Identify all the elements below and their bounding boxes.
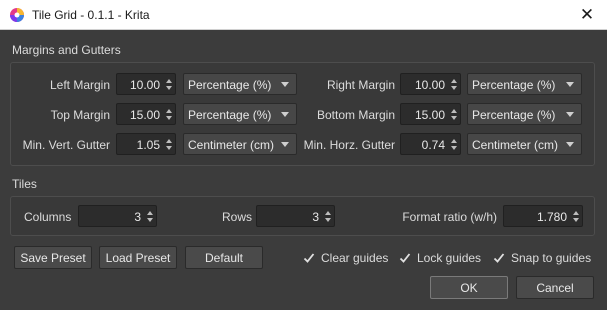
columns-spinbox[interactable]: 3 bbox=[78, 205, 157, 227]
lock-guides-checkbox[interactable]: Lock guides bbox=[398, 249, 481, 267]
left-margin-value: 10.00 bbox=[129, 78, 160, 92]
ok-button[interactable]: OK bbox=[430, 276, 508, 299]
spin-arrows-icon[interactable] bbox=[162, 104, 175, 124]
default-label: Default bbox=[204, 250, 244, 265]
lock-guides-label: Lock guides bbox=[417, 251, 482, 265]
right-margin-unit-select[interactable]: Percentage (%) bbox=[467, 73, 582, 95]
load-preset-label: Load Preset bbox=[105, 250, 171, 265]
chevron-down-icon bbox=[281, 82, 289, 87]
load-preset-button[interactable]: Load Preset bbox=[99, 246, 177, 269]
columns-value: 3 bbox=[134, 210, 141, 224]
min-vert-gutter-label: Min. Vert. Gutter bbox=[22, 138, 110, 152]
min-horz-gutter-unit: Centimeter (cm) bbox=[472, 138, 559, 152]
chevron-down-icon bbox=[281, 112, 289, 117]
right-margin-unit: Percentage (%) bbox=[472, 78, 556, 92]
left-margin-label: Left Margin bbox=[49, 78, 110, 92]
left-margin-unit-select[interactable]: Percentage (%) bbox=[183, 73, 297, 95]
min-horz-gutter-unit-select[interactable]: Centimeter (cm) bbox=[467, 133, 582, 155]
title-bar: Tile Grid - 0.1.1 - Krita ✕ bbox=[0, 0, 607, 30]
bottom-margin-unit: Percentage (%) bbox=[472, 108, 556, 122]
format-ratio-spinbox[interactable]: 1.780 bbox=[503, 205, 583, 227]
right-margin-value: 10.00 bbox=[414, 78, 445, 92]
top-margin-unit: Percentage (%) bbox=[188, 108, 272, 122]
bottom-margin-value: 15.00 bbox=[414, 108, 445, 122]
top-margin-label: Top Margin bbox=[50, 108, 110, 122]
dialog-body: Margins and Gutters Left Margin 10.00 Pe… bbox=[0, 30, 607, 310]
format-ratio-value: 1.780 bbox=[536, 210, 567, 224]
bottom-margin-spinbox[interactable]: 15.00 bbox=[400, 103, 461, 125]
chevron-down-icon bbox=[566, 142, 574, 147]
top-margin-unit-select[interactable]: Percentage (%) bbox=[183, 103, 297, 125]
rows-value: 3 bbox=[312, 210, 319, 224]
bottom-margin-label: Bottom Margin bbox=[316, 108, 395, 122]
spin-arrows-icon[interactable] bbox=[162, 74, 175, 94]
margins-group-title: Margins and Gutters bbox=[12, 43, 121, 57]
spin-arrows-icon[interactable] bbox=[321, 206, 334, 226]
min-horz-gutter-spinbox[interactable]: 0.74 bbox=[400, 133, 461, 155]
min-vert-gutter-value: 1.05 bbox=[136, 138, 160, 152]
top-margin-spinbox[interactable]: 15.00 bbox=[116, 103, 176, 125]
snap-to-guides-checkbox[interactable]: Snap to guides bbox=[492, 249, 591, 267]
spin-arrows-icon[interactable] bbox=[447, 134, 460, 154]
checkmark-icon bbox=[492, 251, 506, 265]
spin-arrows-icon[interactable] bbox=[569, 206, 582, 226]
spin-arrows-icon[interactable] bbox=[162, 134, 175, 154]
spin-arrows-icon[interactable] bbox=[447, 104, 460, 124]
cancel-button[interactable]: Cancel bbox=[516, 276, 594, 299]
close-icon: ✕ bbox=[579, 5, 595, 24]
save-preset-button[interactable]: Save Preset bbox=[14, 246, 92, 269]
snap-to-guides-label: Snap to guides bbox=[511, 251, 592, 265]
chevron-down-icon bbox=[566, 112, 574, 117]
columns-label: Columns bbox=[24, 210, 72, 224]
left-margin-unit: Percentage (%) bbox=[188, 78, 272, 92]
right-margin-spinbox[interactable]: 10.00 bbox=[400, 73, 461, 95]
clear-guides-label: Clear guides bbox=[321, 251, 389, 265]
top-margin-value: 15.00 bbox=[129, 108, 160, 122]
bottom-margin-unit-select[interactable]: Percentage (%) bbox=[467, 103, 582, 125]
rows-spinbox[interactable]: 3 bbox=[256, 205, 335, 227]
spin-arrows-icon[interactable] bbox=[447, 74, 460, 94]
ok-label: OK bbox=[460, 280, 478, 295]
checkmark-icon bbox=[302, 251, 316, 265]
krita-app-icon bbox=[10, 8, 24, 22]
cancel-label: Cancel bbox=[536, 280, 574, 295]
default-button[interactable]: Default bbox=[185, 246, 263, 269]
close-button[interactable]: ✕ bbox=[567, 0, 607, 30]
min-vert-gutter-unit: Centimeter (cm) bbox=[188, 138, 275, 152]
min-horz-gutter-label: Min. Horz. Gutter bbox=[303, 138, 395, 152]
chevron-down-icon bbox=[281, 142, 289, 147]
window-title: Tile Grid - 0.1.1 - Krita bbox=[32, 8, 150, 22]
rows-label: Rows bbox=[222, 210, 253, 224]
min-vert-gutter-spinbox[interactable]: 1.05 bbox=[116, 133, 176, 155]
min-horz-gutter-value: 0.74 bbox=[421, 138, 445, 152]
min-vert-gutter-unit-select[interactable]: Centimeter (cm) bbox=[183, 133, 297, 155]
left-margin-spinbox[interactable]: 10.00 bbox=[116, 73, 176, 95]
spin-arrows-icon[interactable] bbox=[143, 206, 156, 226]
right-margin-label: Right Margin bbox=[326, 78, 395, 92]
clear-guides-checkbox[interactable]: Clear guides bbox=[302, 249, 388, 267]
save-preset-label: Save Preset bbox=[20, 250, 86, 265]
chevron-down-icon bbox=[566, 82, 574, 87]
tiles-group-title: Tiles bbox=[12, 177, 37, 191]
checkmark-icon bbox=[398, 251, 412, 265]
format-ratio-label: Format ratio (w/h) bbox=[402, 210, 497, 224]
